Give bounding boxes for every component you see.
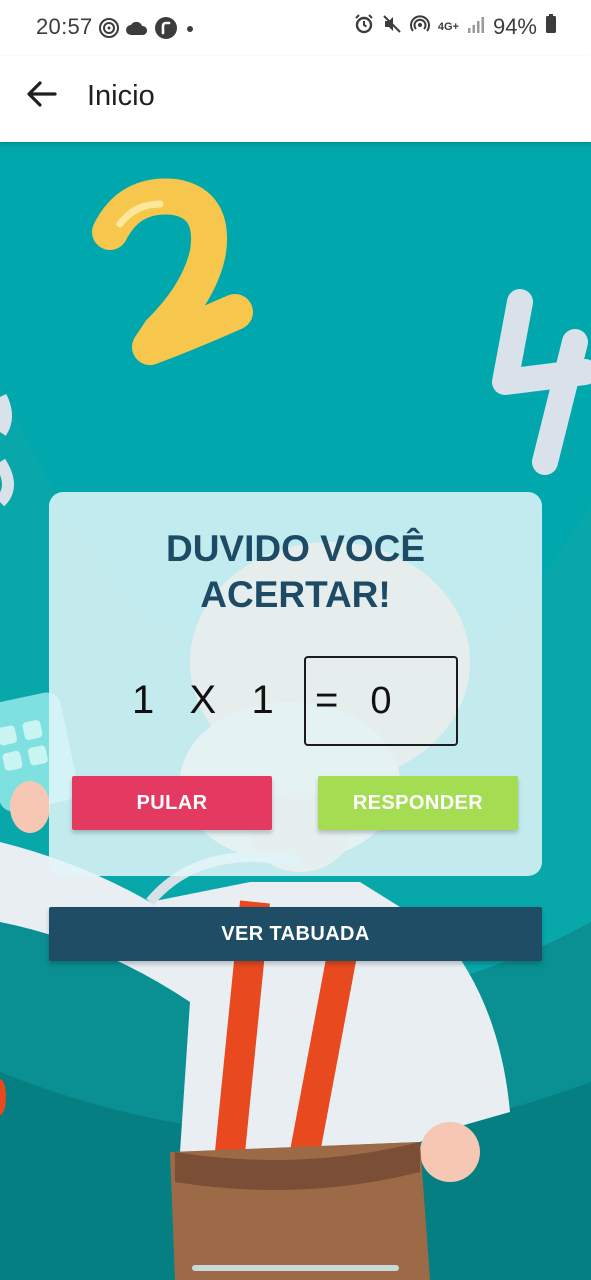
view-table-button[interactable]: VER TABUADA <box>49 907 542 961</box>
operand-b: 1 <box>251 678 275 722</box>
alarm-icon <box>354 14 374 40</box>
home-indicator[interactable] <box>192 1265 399 1271</box>
page-title: Inicio <box>87 80 155 112</box>
status-bar: 20:57 4G+ 94% <box>0 0 591 56</box>
network-label: 4G+ <box>437 20 459 33</box>
app-bar: Inicio <box>0 56 591 142</box>
dot-icon <box>184 22 196 40</box>
arrow-left-icon <box>27 80 57 112</box>
back-button[interactable] <box>22 76 62 116</box>
battery-percent: 94% <box>492 14 537 39</box>
skip-button[interactable]: PULAR <box>72 776 272 830</box>
status-left-icons <box>98 16 196 45</box>
quiz-title: DUVIDO VOCÊ ACERTAR! <box>49 526 542 618</box>
answer-input[interactable] <box>304 656 458 746</box>
answer-button[interactable]: RESPONDER <box>318 776 518 830</box>
operand-a: 1 <box>132 678 156 722</box>
status-right-icons: 4G+ 94% <box>354 14 557 40</box>
status-time: 20:57 <box>36 14 93 39</box>
network-icon: 4G+ <box>437 20 459 33</box>
battery-icon <box>545 14 557 40</box>
hotspot-icon <box>409 14 430 40</box>
cloud-icon <box>126 20 148 41</box>
signal-icon <box>467 14 485 40</box>
app-badge-icon <box>154 16 178 45</box>
quiz-title-text: DUVIDO VOCÊ ACERTAR! <box>165 528 426 615</box>
fingerprint-icon <box>98 17 120 44</box>
mute-icon <box>382 14 402 40</box>
operator-sign: X <box>189 678 218 722</box>
